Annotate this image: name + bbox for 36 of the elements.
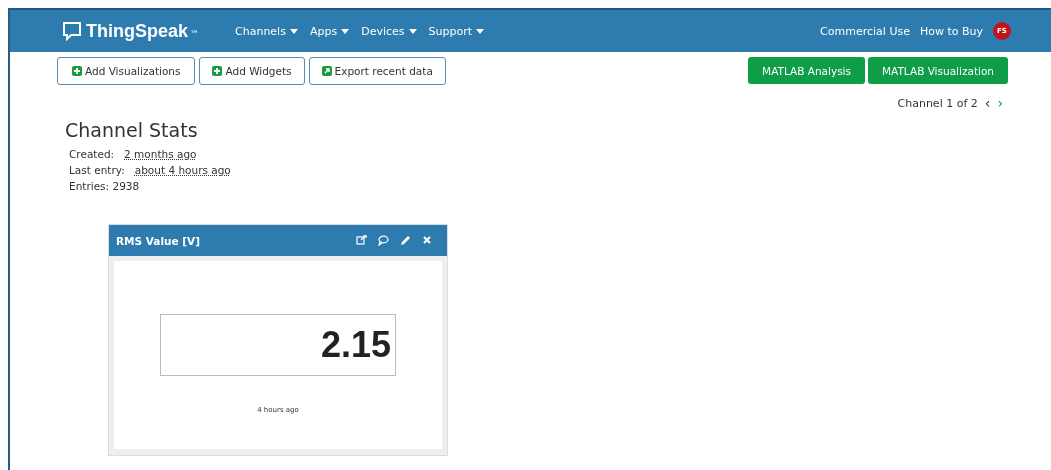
speech-bubble-icon [62, 21, 82, 41]
plus-icon [72, 66, 82, 76]
caret-icon [289, 28, 298, 34]
toolbar-button[interactable]: Add Widgets [199, 57, 305, 85]
stat-label: Last entry: [69, 164, 125, 176]
comment-icon[interactable] [378, 235, 389, 246]
close-icon[interactable] [422, 235, 433, 246]
stat-value: 2 months ago [124, 148, 197, 160]
nav-link[interactable]: How to Buy [919, 24, 983, 38]
channel-pager-text: Channel 1 of 2 [897, 96, 978, 110]
pencil-icon[interactable] [400, 235, 411, 246]
nav-menu[interactable]: Support [428, 24, 484, 38]
nav-link[interactable]: Commercial Use [820, 24, 910, 38]
caret-icon [408, 28, 417, 34]
arrow-icon [321, 66, 332, 76]
stat-label: Created: [69, 148, 115, 160]
nav-menu[interactable]: Channels [235, 24, 298, 38]
stat-value: about 4 hours ago [134, 164, 231, 176]
brand-name[interactable]: ThingSpeak [86, 20, 188, 42]
external-link-icon[interactable] [356, 235, 367, 246]
toolbar-button[interactable]: Add Visualizations [57, 57, 196, 85]
matlab-button[interactable]: MATLAB Analysis [748, 57, 865, 84]
nav-menu[interactable]: Apps [309, 24, 350, 38]
next-channel-link[interactable]: › [997, 95, 1003, 111]
section-title: Channel Stats [65, 119, 199, 141]
stat-label: Entries: 2938 [69, 180, 140, 192]
previous-channel-link[interactable]: ‹ [984, 95, 991, 111]
widget-title: RMS Value [V] [116, 234, 200, 247]
matlab-button[interactable]: MATLAB Visualization [868, 57, 1008, 84]
caret-icon [341, 28, 350, 34]
nav-menu[interactable]: Devices [361, 24, 417, 38]
numeric-value: 2.15 [320, 324, 391, 366]
toolbar-button[interactable]: Export recent data [308, 57, 446, 85]
plus-icon [212, 66, 223, 76]
trademark-mark: ™ [190, 28, 199, 39]
caret-icon [476, 28, 484, 34]
